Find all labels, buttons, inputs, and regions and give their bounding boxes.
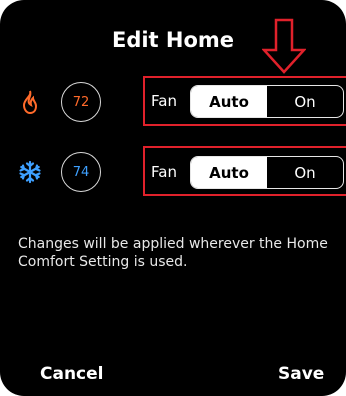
edit-home-screen: Edit Home 72 Fan Auto On 74 Fan Auto On [0,0,346,396]
flame-icon [22,90,38,115]
fan-on-option[interactable]: On [267,157,343,188]
down-arrow-annotation-icon [262,18,306,74]
fan-auto-option[interactable]: Auto [191,157,267,188]
info-note: Changes will be applied wherever the Hom… [18,236,328,270]
save-button[interactable]: Save [278,364,324,384]
fan-auto-option[interactable]: Auto [191,86,267,117]
fan-label: Fan [151,163,177,181]
fan-mode-toggle-cool: Auto On [190,156,344,189]
fan-mode-toggle-heat: Auto On [190,85,344,118]
fan-on-option[interactable]: On [267,86,343,117]
heat-setpoint[interactable]: 72 [61,82,101,122]
cancel-button[interactable]: Cancel [40,364,103,384]
cool-setpoint[interactable]: 74 [61,152,101,192]
snowflake-icon [19,160,41,184]
fan-label: Fan [151,92,177,110]
